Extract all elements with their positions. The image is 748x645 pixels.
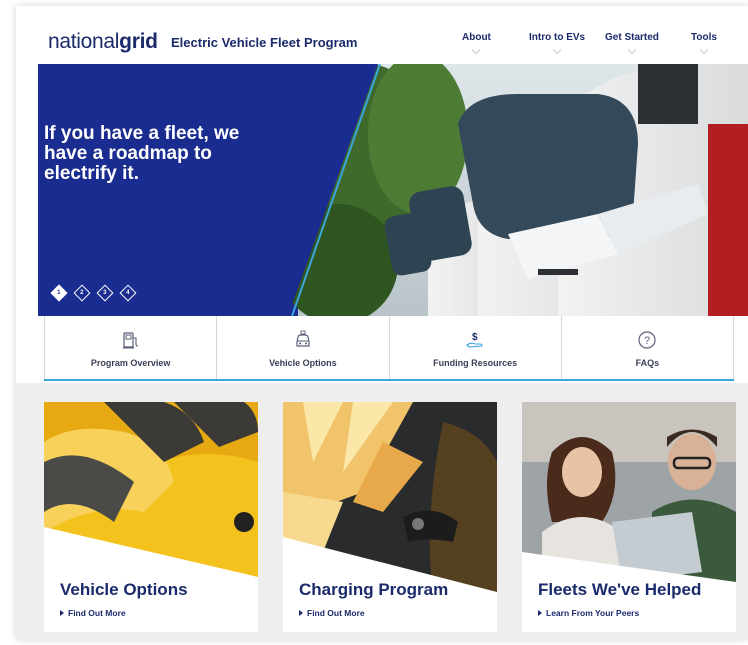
- svg-text:?: ?: [644, 335, 650, 347]
- carousel-dot-3[interactable]: 3: [96, 284, 113, 301]
- tab-program-overview[interactable]: Program Overview: [44, 316, 218, 379]
- hero-banner: If you have a fleet, we have a roadmap t…: [38, 64, 748, 316]
- card-fleets-helped[interactable]: Fleets We've Helped Learn From Your Peer…: [522, 402, 736, 632]
- hero-ev-charging-photo: [38, 64, 748, 316]
- carousel-dot-2[interactable]: 2: [73, 284, 90, 301]
- card-title: Vehicle Options: [60, 580, 188, 599]
- card-link[interactable]: Find Out More: [299, 608, 365, 618]
- chevron-down-icon: [472, 45, 481, 55]
- quick-nav-tabs: Program Overview Vehicle Options $ Fundi…: [44, 316, 734, 381]
- tab-faqs[interactable]: ? FAQs: [562, 316, 734, 379]
- charging-station-icon: [122, 332, 138, 349]
- people-laptop-photo: [522, 402, 736, 592]
- yellow-cars-photo: [44, 402, 258, 592]
- card-link[interactable]: Learn From Your Peers: [538, 608, 639, 618]
- site-header: nationalgrid Electric Vehicle Fleet Prog…: [16, 6, 748, 62]
- nav-get-started[interactable]: Get Started: [605, 32, 659, 55]
- charging-plug-photo: [283, 402, 497, 592]
- caret-right-icon: [60, 610, 64, 616]
- question-circle-icon: ?: [638, 331, 656, 349]
- caret-right-icon: [299, 610, 303, 616]
- card-title: Charging Program: [299, 580, 449, 599]
- carousel-pagination: 1 2 3 4: [50, 284, 136, 302]
- card-charging-program[interactable]: Charging Program Find Out More: [283, 402, 497, 632]
- carousel-dot-1[interactable]: 1: [50, 284, 67, 301]
- svg-text:$: $: [472, 332, 478, 343]
- card-link[interactable]: Find Out More: [60, 608, 126, 618]
- nav-tools[interactable]: Tools: [691, 32, 717, 55]
- nav-about[interactable]: About: [462, 32, 491, 55]
- chevron-down-icon: [552, 45, 562, 55]
- caret-right-icon: [538, 610, 542, 616]
- hero-headline: If you have a fleet, we have a roadmap t…: [44, 123, 240, 184]
- tab-funding-resources[interactable]: $ Funding Resources: [390, 316, 562, 379]
- tab-vehicle-options[interactable]: Vehicle Options: [217, 316, 390, 379]
- main-nav: About Intro to EVs Get Started Tools: [16, 32, 748, 62]
- dollar-hand-icon: $: [466, 332, 483, 348]
- page-frame: nationalgrid Electric Vehicle Fleet Prog…: [16, 6, 748, 639]
- car-icon: [296, 330, 310, 347]
- carousel-dot-4[interactable]: 4: [119, 284, 136, 301]
- chevron-down-icon: [627, 45, 637, 55]
- card-vehicle-options[interactable]: Vehicle Options Find Out More: [44, 402, 258, 632]
- card-title: Fleets We've Helped: [538, 580, 702, 599]
- nav-intro-to-evs[interactable]: Intro to EVs: [529, 32, 585, 55]
- chevron-down-icon: [699, 45, 709, 55]
